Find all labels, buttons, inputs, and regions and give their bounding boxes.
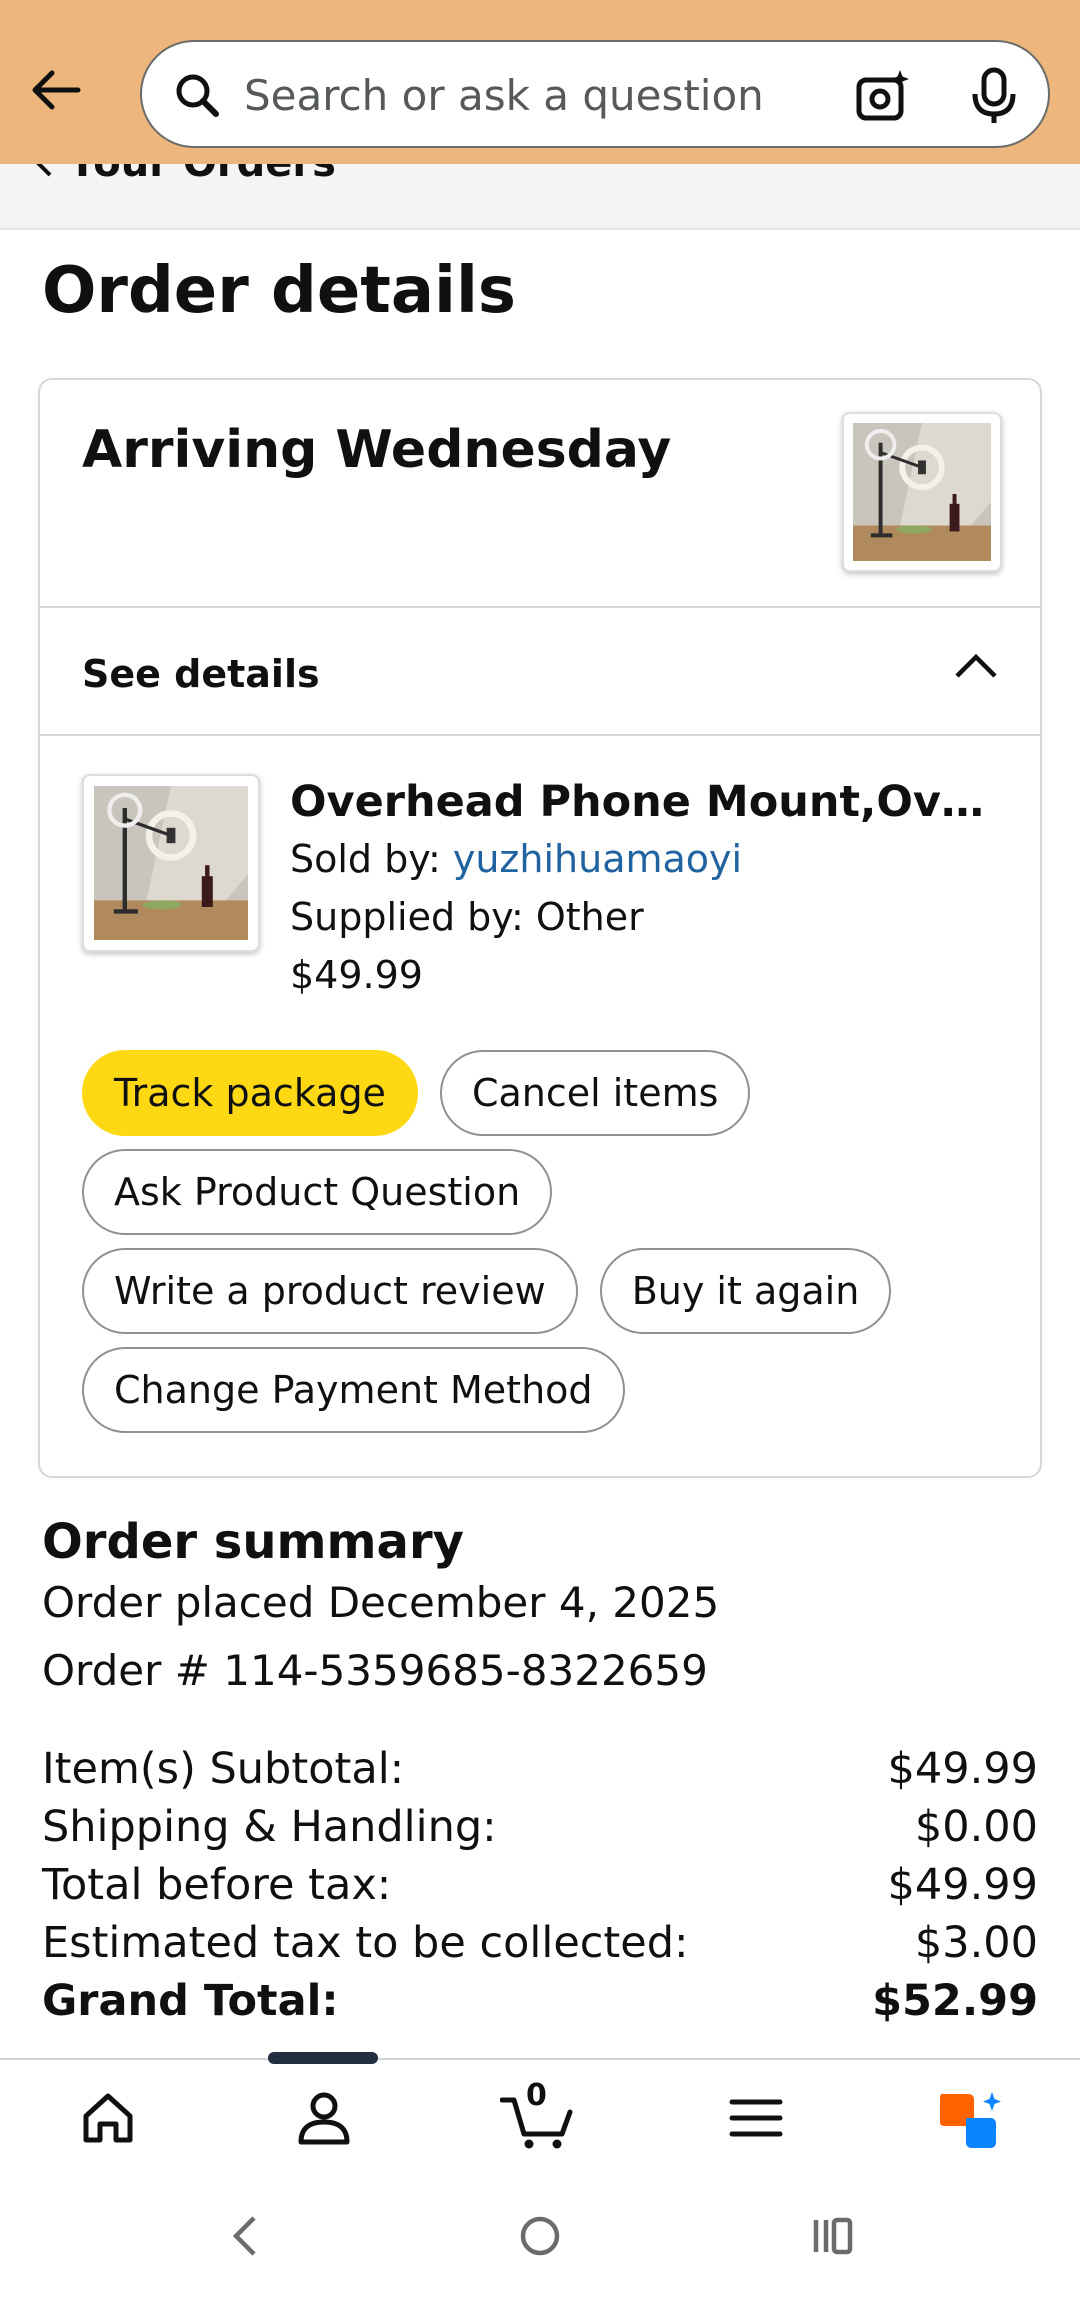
breadcrumb-band: Your Orders bbox=[0, 164, 1080, 230]
home-icon bbox=[83, 2093, 133, 2143]
camera-sparkle-icon[interactable] bbox=[854, 68, 912, 126]
arrow-left-icon bbox=[32, 70, 81, 110]
sold-by-label: Sold by: bbox=[290, 837, 453, 881]
action-row: Ask Product Question bbox=[82, 1149, 553, 1235]
shipment-card: Arriving Wednesday See details Overhead … bbox=[38, 378, 1042, 1478]
breadcrumb-label: Your Orders bbox=[68, 164, 336, 186]
delivery-status: Arriving Wednesday bbox=[82, 420, 672, 480]
buy-again-button[interactable]: Buy it again bbox=[599, 1248, 892, 1334]
item-seller-line: Sold by: yuzhihuamaoyi bbox=[290, 830, 1020, 888]
search-input[interactable] bbox=[244, 62, 864, 128]
action-row: Change Payment Method bbox=[82, 1347, 625, 1433]
change-payment-button[interactable]: Change Payment Method bbox=[82, 1347, 625, 1433]
product-image bbox=[94, 786, 248, 940]
system-home-button[interactable] bbox=[518, 2214, 562, 2262]
product-thumbnail[interactable] bbox=[842, 412, 1002, 572]
price-row-grand-total: Grand Total: $52.99 bbox=[42, 1972, 1038, 2030]
cart-count: 0 bbox=[526, 2078, 547, 2113]
supplied-by: Supplied by: Other bbox=[290, 895, 644, 939]
item-thumbnail[interactable] bbox=[82, 774, 260, 952]
price-label: Item(s) Subtotal: bbox=[42, 1744, 405, 1794]
page-title: Order details bbox=[42, 254, 516, 328]
search-bar[interactable] bbox=[140, 40, 1050, 148]
back-button[interactable] bbox=[24, 58, 88, 122]
price-value: $0.00 bbox=[914, 1802, 1038, 1852]
person-icon bbox=[298, 2092, 350, 2145]
ask-question-button[interactable]: Ask Product Question bbox=[82, 1149, 553, 1235]
system-back-icon bbox=[232, 2216, 256, 2256]
price-value: $49.99 bbox=[887, 1860, 1038, 1910]
item-info: Overhead Phone Mount,Overhead Phone Moun… bbox=[290, 774, 1020, 1004]
hamburger-icon bbox=[729, 2099, 783, 2137]
cancel-items-button[interactable]: Cancel items bbox=[439, 1050, 751, 1136]
seller-link[interactable]: yuzhihuamaoyi bbox=[453, 837, 742, 881]
active-tab-indicator bbox=[268, 2052, 378, 2064]
order-summary-title: Order summary bbox=[42, 1514, 464, 1570]
microphone-icon[interactable] bbox=[968, 66, 1020, 126]
system-nav-bar bbox=[0, 2178, 1080, 2298]
system-recents-icon bbox=[813, 2217, 853, 2255]
price-label: Total before tax: bbox=[42, 1860, 392, 1910]
system-recents-button[interactable] bbox=[810, 2214, 856, 2262]
price-label: Shipping & Handling: bbox=[42, 1802, 497, 1852]
search-icon bbox=[176, 74, 219, 117]
nav-rufus[interactable] bbox=[936, 2090, 1008, 2156]
action-row: Write a product review Buy it again bbox=[82, 1248, 892, 1334]
see-details-label: See details bbox=[82, 652, 320, 696]
order-placed-date: Order placed December 4, 2025 bbox=[42, 1578, 720, 1627]
price-label: Estimated tax to be collected: bbox=[42, 1918, 689, 1968]
top-header bbox=[0, 0, 1080, 164]
nav-account[interactable] bbox=[294, 2090, 354, 2150]
write-review-button[interactable]: Write a product review bbox=[82, 1248, 578, 1334]
see-details-toggle[interactable]: See details bbox=[40, 606, 1040, 734]
nav-cart[interactable]: 0 bbox=[499, 2078, 576, 2154]
action-row: Track package Cancel items bbox=[82, 1050, 751, 1136]
nav-home[interactable] bbox=[78, 2090, 138, 2150]
bottom-nav: 0 bbox=[0, 2052, 1080, 2178]
track-package-button[interactable]: Track package bbox=[82, 1050, 418, 1136]
price-value: $52.99 bbox=[872, 1976, 1038, 2026]
system-home-icon bbox=[520, 2216, 560, 2256]
price-breakdown: Item(s) Subtotal: $49.99 Shipping & Hand… bbox=[42, 1740, 1038, 2030]
price-value: $3.00 bbox=[914, 1918, 1038, 1968]
product-image bbox=[853, 423, 991, 561]
divider bbox=[40, 734, 1040, 736]
price-row-before-tax: Total before tax: $49.99 bbox=[42, 1856, 1038, 1914]
item-title[interactable]: Overhead Phone Mount,Overhead Phone Moun… bbox=[290, 774, 1008, 830]
item-price: $49.99 bbox=[290, 953, 423, 997]
order-number: Order # 114-5359685-8322659 bbox=[42, 1646, 708, 1695]
nav-menu[interactable] bbox=[728, 2090, 784, 2150]
chevron-left-icon bbox=[36, 164, 52, 177]
price-value: $49.99 bbox=[887, 1744, 1038, 1794]
chevron-up-icon bbox=[955, 653, 997, 678]
rufus-chat-icon bbox=[940, 2092, 1001, 2148]
breadcrumb[interactable]: Your Orders bbox=[34, 164, 336, 186]
system-back-button[interactable] bbox=[228, 2214, 264, 2262]
price-label: Grand Total: bbox=[42, 1976, 339, 2026]
price-row-tax: Estimated tax to be collected: $3.00 bbox=[42, 1914, 1038, 1972]
price-row-shipping: Shipping & Handling: $0.00 bbox=[42, 1798, 1038, 1856]
price-row-subtotal: Item(s) Subtotal: $49.99 bbox=[42, 1740, 1038, 1798]
